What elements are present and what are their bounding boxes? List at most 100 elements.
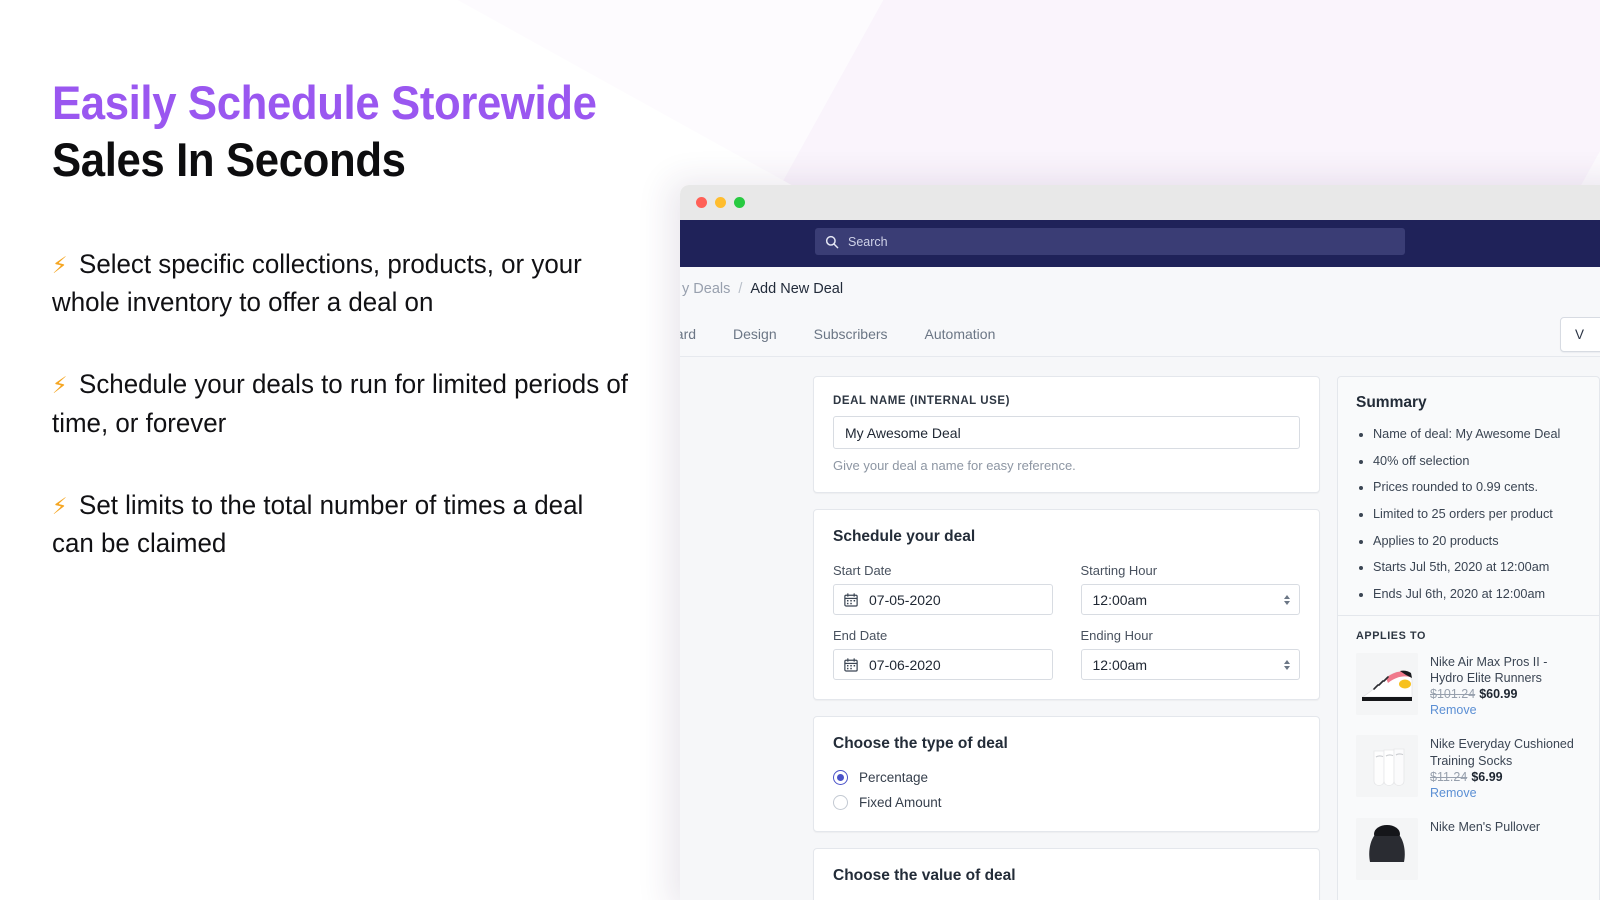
start-date-label: Start Date bbox=[833, 563, 892, 578]
radio-percentage-label: Percentage bbox=[859, 770, 929, 785]
remove-product-link[interactable]: Remove bbox=[1430, 786, 1581, 800]
stepper-icon bbox=[1284, 659, 1290, 670]
list-item: ⚡ Set limits to the total number of times… bbox=[52, 486, 628, 563]
tab-bar: oard Design Subscribers Automation V bbox=[680, 311, 1600, 357]
tab-dashboard[interactable]: oard bbox=[680, 326, 696, 342]
list-item: 40% off selection bbox=[1373, 453, 1581, 470]
browser-titlebar bbox=[680, 185, 1600, 220]
breadcrumb-separator: / bbox=[738, 281, 743, 297]
radio-percentage-icon[interactable] bbox=[833, 770, 848, 785]
product-name: Nike Men's Pullover bbox=[1430, 819, 1541, 834]
search-placeholder: Search bbox=[848, 234, 888, 249]
applies-to-label: APPLIES TO bbox=[1356, 629, 1426, 642]
calendar-icon bbox=[844, 592, 858, 607]
stepper-icon bbox=[1284, 594, 1290, 605]
search-icon bbox=[825, 235, 839, 249]
tab-design[interactable]: Design bbox=[733, 326, 777, 342]
app-topbar: Search bbox=[680, 220, 1600, 267]
main-form-column: DEAL NAME (INTERNAL USE) My Awesome Deal… bbox=[680, 376, 1320, 900]
starting-hour-label: Starting Hour bbox=[1080, 563, 1158, 578]
end-date-field: End Date 07-06-2020 bbox=[833, 628, 1053, 680]
starting-hour-value: 12:00am bbox=[1092, 591, 1147, 608]
breadcrumb-parent-link[interactable]: y Deals bbox=[682, 281, 730, 297]
bullet-text: Select specific collections, products, o… bbox=[52, 248, 582, 317]
list-item: Ends Jul 6th, 2020 at 12:00am bbox=[1373, 586, 1581, 603]
summary-list: Name of deal: My Awesome Deal 40% off se… bbox=[1356, 426, 1581, 603]
end-date-value: 07-06-2020 bbox=[869, 656, 941, 673]
ending-hour-select[interactable]: 12:00am bbox=[1080, 649, 1300, 680]
search-input[interactable]: Search bbox=[815, 228, 1405, 255]
radio-fixed-amount-label: Fixed Amount bbox=[859, 795, 942, 810]
summary-divider bbox=[1338, 614, 1599, 616]
product-new-price: $6.99 bbox=[1471, 769, 1503, 784]
tab-automation[interactable]: Automation bbox=[925, 326, 996, 342]
remove-product-link[interactable]: Remove bbox=[1430, 703, 1581, 717]
view-button[interactable]: V bbox=[1560, 317, 1600, 352]
lightning-bolt-icon: ⚡ bbox=[52, 252, 68, 279]
ending-hour-value: 12:00am bbox=[1092, 656, 1147, 673]
product-old-price: $11.24 bbox=[1430, 769, 1468, 784]
maximize-window-button[interactable] bbox=[734, 197, 745, 208]
pullover-thumbnail bbox=[1356, 817, 1418, 880]
headline-dark-line: Sales In Seconds bbox=[52, 133, 406, 187]
end-date-input[interactable]: 07-06-2020 bbox=[833, 649, 1053, 680]
list-item: Name of deal: My Awesome Deal bbox=[1373, 426, 1581, 443]
app-content: DEAL NAME (INTERNAL USE) My Awesome Deal… bbox=[680, 357, 1600, 900]
list-item: Nike Everyday Cushioned Training Socks $… bbox=[1356, 735, 1581, 800]
summary-card: Summary Name of deal: My Awesome Deal 40… bbox=[1337, 376, 1600, 900]
list-item: Applies to 20 products bbox=[1373, 533, 1581, 550]
close-window-button[interactable] bbox=[696, 197, 707, 208]
deal-type-card-title: Choose the type of deal bbox=[833, 735, 1008, 752]
summary-column: Summary Name of deal: My Awesome Deal 40… bbox=[1337, 376, 1600, 900]
headline-accent-line: Easily Schedule Storewide bbox=[52, 76, 597, 129]
product-price: $101.24 $60.99 bbox=[1430, 687, 1581, 701]
tab-subscribers[interactable]: Subscribers bbox=[814, 326, 888, 342]
deal-name-label: DEAL NAME (INTERNAL USE) bbox=[833, 395, 1010, 407]
deal-name-input[interactable]: My Awesome Deal bbox=[833, 416, 1300, 449]
end-date-label: End Date bbox=[833, 628, 888, 643]
bullet-text: Schedule your deals to run for limited p… bbox=[52, 369, 628, 438]
calendar-icon bbox=[844, 657, 858, 672]
starting-hour-select[interactable]: 12:00am bbox=[1080, 584, 1300, 615]
schedule-card-title: Schedule your deal bbox=[833, 528, 976, 545]
list-item: Nike Air Max Pros II - Hydro Elite Runne… bbox=[1356, 652, 1581, 717]
deal-type-card: Choose the type of deal Percentage Fixed… bbox=[813, 716, 1320, 832]
list-item: ⚡ Schedule your deals to run for limited … bbox=[52, 365, 628, 442]
deal-value-card-title: Choose the value of deal bbox=[833, 867, 1016, 884]
marketing-copy: Easily Schedule Storewide Sales In Secon… bbox=[52, 74, 652, 607]
radio-fixed-amount-icon[interactable] bbox=[833, 795, 848, 810]
lightning-bolt-icon: ⚡ bbox=[52, 493, 68, 520]
deal-name-card: DEAL NAME (INTERNAL USE) My Awesome Deal… bbox=[813, 376, 1320, 493]
list-item: Nike Men's Pullover bbox=[1356, 817, 1581, 880]
list-item: Starts Jul 5th, 2020 at 12:00am bbox=[1373, 559, 1581, 576]
list-item: Prices rounded to 0.99 cents. bbox=[1373, 479, 1581, 496]
product-name: Nike Air Max Pros II - Hydro Elite Runne… bbox=[1430, 654, 1548, 686]
list-item: Limited to 25 orders per product bbox=[1373, 506, 1581, 523]
product-price: $11.24 $6.99 bbox=[1430, 770, 1581, 784]
lightning-bolt-icon: ⚡ bbox=[52, 373, 68, 400]
start-date-field: Start Date 07-05-2020 bbox=[833, 563, 1053, 615]
radio-option-percentage[interactable]: Percentage bbox=[833, 770, 1300, 785]
product-new-price: $60.99 bbox=[1479, 687, 1518, 702]
start-date-input[interactable]: 07-05-2020 bbox=[833, 584, 1053, 615]
summary-title: Summary bbox=[1356, 394, 1427, 411]
breadcrumb: y Deals / Add New Deal bbox=[680, 267, 1600, 311]
starting-hour-field: Starting Hour 12:00am bbox=[1080, 563, 1300, 615]
ending-hour-field: Ending Hour 12:00am bbox=[1080, 628, 1300, 680]
radio-option-fixed-amount[interactable]: Fixed Amount bbox=[833, 795, 1300, 810]
minimize-window-button[interactable] bbox=[715, 197, 726, 208]
deal-name-helper-text: Give your deal a name for easy reference… bbox=[833, 458, 1076, 473]
breadcrumb-current: Add New Deal bbox=[750, 281, 844, 297]
page-title: Easily Schedule Storewide Sales In Secon… bbox=[52, 74, 610, 189]
bullet-text: Set limits to the total number of times … bbox=[52, 489, 584, 559]
browser-window: Search y Deals / Add New Deal oard Desig… bbox=[680, 185, 1600, 900]
start-date-value: 07-05-2020 bbox=[869, 591, 941, 608]
product-name: Nike Everyday Cushioned Training Socks bbox=[1430, 737, 1574, 768]
sneaker-thumbnail bbox=[1356, 652, 1418, 715]
deal-value-card: Choose the value of deal bbox=[813, 848, 1320, 900]
product-old-price: $101.24 bbox=[1430, 687, 1476, 702]
schedule-card: Schedule your deal Start Date 07-05-2020… bbox=[813, 509, 1320, 700]
feature-bullet-list: ⚡ Select specific collections, products, … bbox=[52, 245, 652, 563]
list-item: ⚡ Select specific collections, products, … bbox=[52, 245, 628, 322]
socks-thumbnail bbox=[1356, 735, 1418, 798]
